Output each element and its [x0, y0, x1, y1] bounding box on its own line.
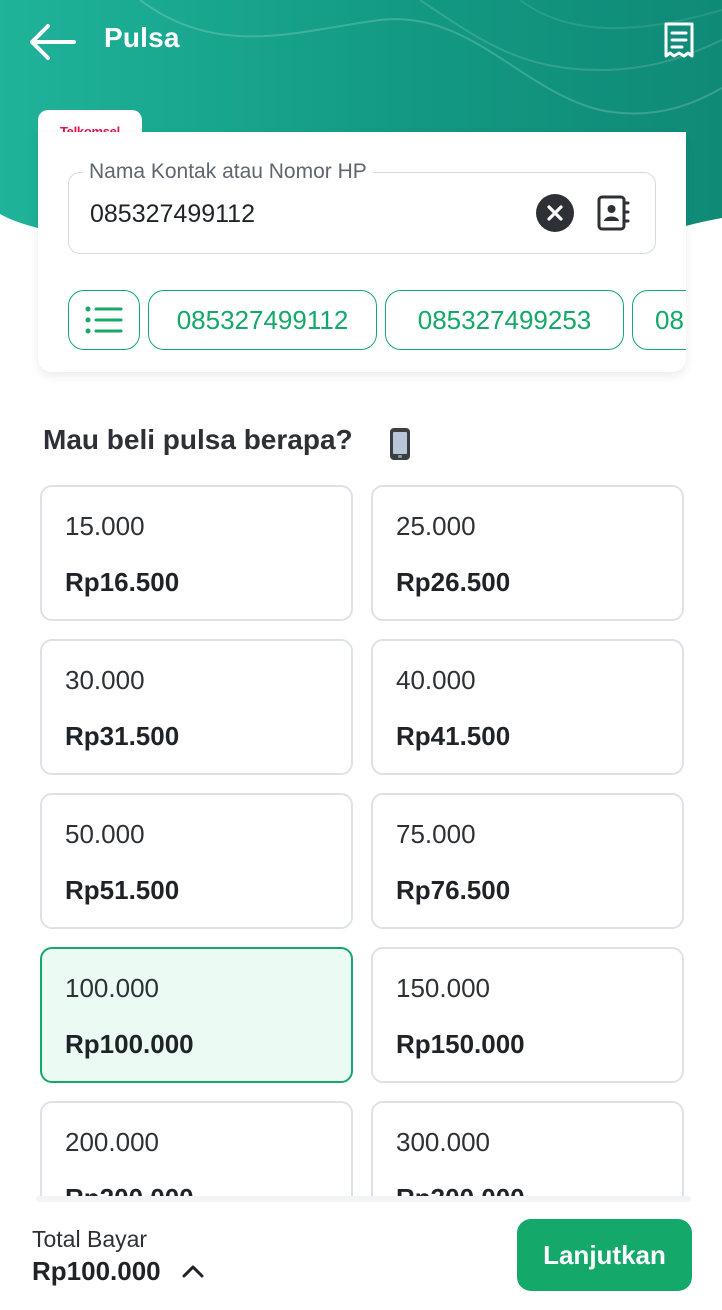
clear-input-button[interactable] — [536, 194, 574, 232]
option-price: Rp300.000 — [396, 1183, 525, 1196]
option-price: Rp16.500 — [65, 567, 180, 597]
back-button[interactable] — [26, 20, 78, 64]
pulsa-option[interactable]: 50.000 Rp51.500 — [40, 793, 353, 929]
phone-field-label: Nama Kontak atau Nomor HP — [83, 160, 373, 184]
pulsa-screen: Pulsa Telkomsel Nama Kontak atau Nomor H… — [0, 0, 722, 1310]
phone-button — [398, 455, 402, 458]
pulsa-option-selected[interactable]: 100.000 Rp100.000 — [40, 947, 353, 1083]
close-circle-icon — [547, 205, 563, 221]
option-price: Rp76.500 — [396, 875, 511, 905]
recent-number-chip[interactable]: 085327499112 — [148, 290, 377, 350]
pulsa-option[interactable]: 150.000 Rp150.000 — [371, 947, 684, 1083]
list-icon — [85, 306, 123, 334]
phone-input-card: Nama Kontak atau Nomor HP 085327499112 0… — [38, 132, 686, 372]
total-label: Total Bayar — [32, 1226, 148, 1252]
contact-book-icon — [597, 195, 630, 231]
option-price: Rp31.500 — [65, 721, 180, 751]
pulsa-option[interactable]: 300.000 Rp300.000 — [371, 1101, 684, 1196]
option-nominal: 40.000 — [396, 665, 476, 695]
phone-number-input[interactable]: 085327499112 — [90, 200, 255, 229]
pulsa-option[interactable]: 25.000 Rp26.500 — [371, 485, 684, 621]
total-details-toggle[interactable] — [180, 1258, 206, 1284]
receipt-icon — [664, 22, 694, 58]
section-title: Mau beli pulsa berapa? — [43, 424, 353, 455]
option-nominal: 150.000 — [396, 973, 490, 1003]
arrow-left-icon — [30, 24, 76, 60]
option-nominal: 15.000 — [65, 511, 145, 541]
option-price: Rp150.000 — [396, 1029, 525, 1059]
pulsa-option[interactable]: 75.000 Rp76.500 — [371, 793, 684, 929]
option-price: Rp41.500 — [396, 721, 511, 751]
option-nominal: 100.000 — [65, 973, 159, 1003]
continue-button[interactable]: Lanjutkan — [517, 1219, 692, 1291]
pulsa-option[interactable]: 15.000 Rp16.500 — [40, 485, 353, 621]
checkout-footer: Total Bayar Rp100.000 Lanjutkan — [0, 1196, 722, 1310]
option-nominal: 200.000 — [65, 1127, 159, 1157]
phone-screen — [393, 432, 407, 454]
pulsa-option[interactable]: 40.000 Rp41.500 — [371, 639, 684, 775]
recent-number-chip[interactable]: 085327499253 — [385, 290, 624, 350]
header-bar: Pulsa — [0, 0, 722, 84]
recent-number-chip[interactable]: 08 — [632, 290, 686, 350]
option-price: Rp51.500 — [65, 875, 180, 905]
option-price: Rp200.000 — [65, 1183, 194, 1196]
mobile-phone-icon — [390, 428, 410, 460]
option-nominal: 50.000 — [65, 819, 145, 849]
option-price: Rp26.500 — [396, 567, 511, 597]
page-title: Pulsa — [104, 22, 180, 53]
option-price: Rp100.000 — [65, 1029, 194, 1059]
footer-divider — [36, 1196, 691, 1202]
chevron-up-icon — [182, 1265, 204, 1278]
option-nominal: 25.000 — [396, 511, 476, 541]
transaction-history-button[interactable] — [660, 20, 698, 62]
option-nominal: 75.000 — [396, 819, 476, 849]
pulsa-option[interactable]: 30.000 Rp31.500 — [40, 639, 353, 775]
contact-picker-button[interactable] — [596, 194, 630, 232]
recent-list-button[interactable] — [68, 290, 140, 350]
pulsa-option[interactable]: 200.000 Rp200.000 — [40, 1101, 353, 1196]
pulsa-options-grid: 15.000 Rp16.500 25.000 Rp26.500 30.000 R… — [0, 480, 722, 1196]
total-amount: Rp100.000 — [32, 1256, 161, 1286]
option-nominal: 30.000 — [65, 665, 145, 695]
option-nominal: 300.000 — [396, 1127, 490, 1157]
